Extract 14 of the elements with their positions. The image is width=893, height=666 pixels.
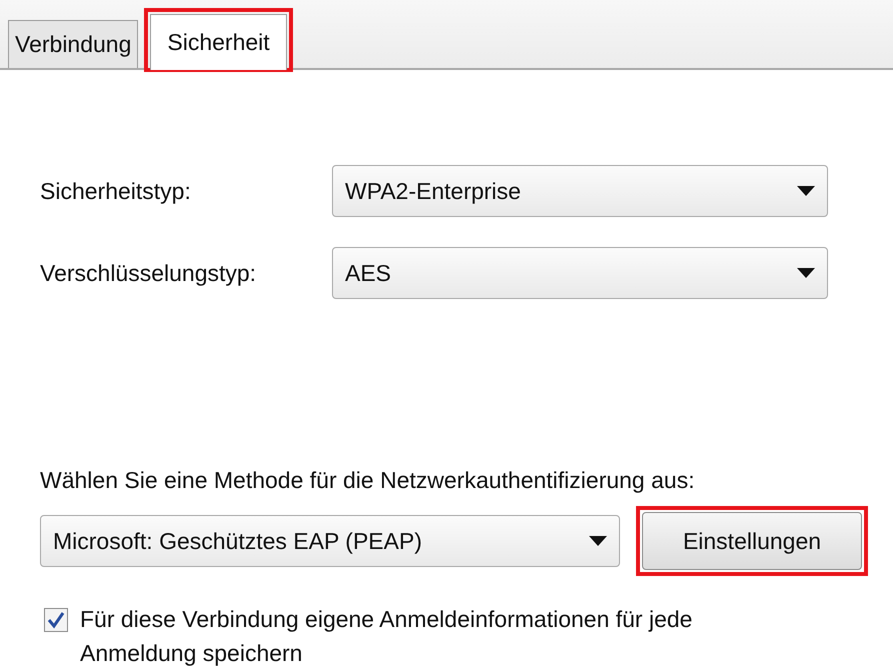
settings-button[interactable]: Einstellungen — [642, 512, 862, 570]
tab[interactable]: Sicherheit — [150, 14, 287, 70]
dropdown-arrow-icon — [797, 268, 815, 278]
field-label: Verschlüsselungstyp: — [40, 260, 258, 286]
prompt-text: Wählen Sie eine Methode für die Netzwerkauthentifizierung aus: — [40, 467, 696, 494]
dropdown[interactable]: Microsoft: Geschütztes EAP (PEAP) — [40, 515, 620, 567]
dropdown-arrow-icon — [797, 186, 815, 196]
checkbox-label: Für diese Verbindung eigene Anmeldeinformationen für jede Anmeldung speichern — [80, 605, 694, 666]
tab[interactable]: Verbindung — [8, 20, 138, 68]
field-label: Sicherheitstyp: — [40, 178, 192, 204]
checkbox[interactable] — [44, 608, 68, 632]
dropdown[interactable]: WPA2-Enterprise — [332, 165, 828, 217]
dropdown[interactable]: AES — [332, 247, 828, 299]
dropdown-arrow-icon — [589, 536, 607, 546]
